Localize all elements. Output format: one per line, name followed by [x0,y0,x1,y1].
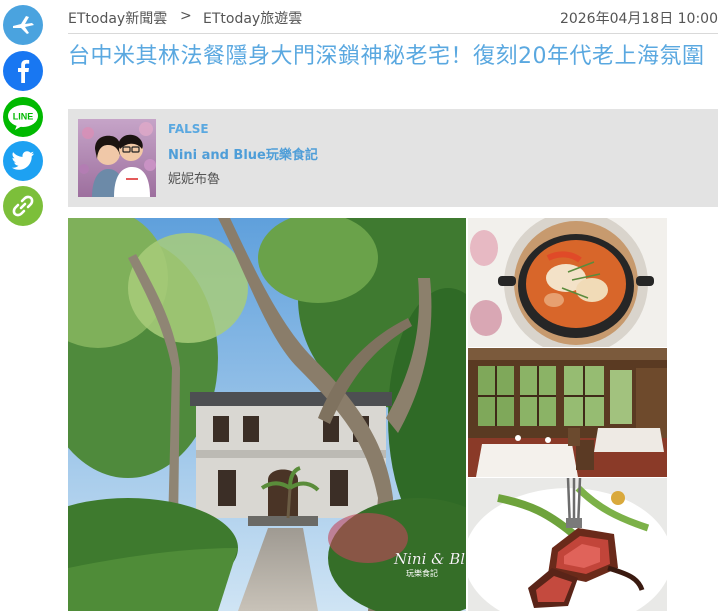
plane-icon [10,12,36,38]
share-facebook-button[interactable] [3,51,43,91]
photo-dining-room [468,348,667,477]
publish-date: 2026年04月18日 10:00 [559,11,718,27]
author-subtitle: 妮妮布魯 [168,172,221,187]
share-sidebar: LINE [0,0,48,611]
share-plane-button[interactable] [3,5,43,45]
watermark-text: Nini & Blue [393,550,466,568]
photo-seafood-dish [468,218,667,347]
breadcrumb-separator: > [180,8,192,24]
facebook-icon [12,59,34,83]
photo-steak-dish [468,478,667,611]
hero-photo-villa: Nini & Blue 玩樂食記 [68,218,466,611]
share-line-button[interactable]: LINE [3,97,43,137]
author-avatar[interactable] [78,119,156,197]
watermark-subtext: 玩樂食記 [406,568,438,578]
author-box: FALSE Nini and Blue玩樂食記 妮妮布魯 [68,109,718,207]
article-title: 台中米其林法餐隱身大門深鎖神秘老宅！復刻20年代老上海氛圍 [68,44,705,69]
share-twitter-button[interactable] [3,141,43,181]
svg-text:LINE: LINE [13,112,34,122]
breadcrumb-ettoday-news[interactable]: ETtoday新聞雲 [68,8,167,28]
line-icon: LINE [7,104,39,130]
author-name-link[interactable]: Nini and Blue玩樂食記 [168,144,318,163]
author-tag: FALSE [168,122,209,136]
breadcrumb: ETtoday新聞雲 > ETtoday旅遊雲 2026年04月18日 10:0… [68,0,718,34]
twitter-icon [11,151,35,171]
breadcrumb-ettoday-travel[interactable]: ETtoday旅遊雲 [203,8,302,28]
link-icon [11,194,35,218]
share-link-button[interactable] [3,186,43,226]
